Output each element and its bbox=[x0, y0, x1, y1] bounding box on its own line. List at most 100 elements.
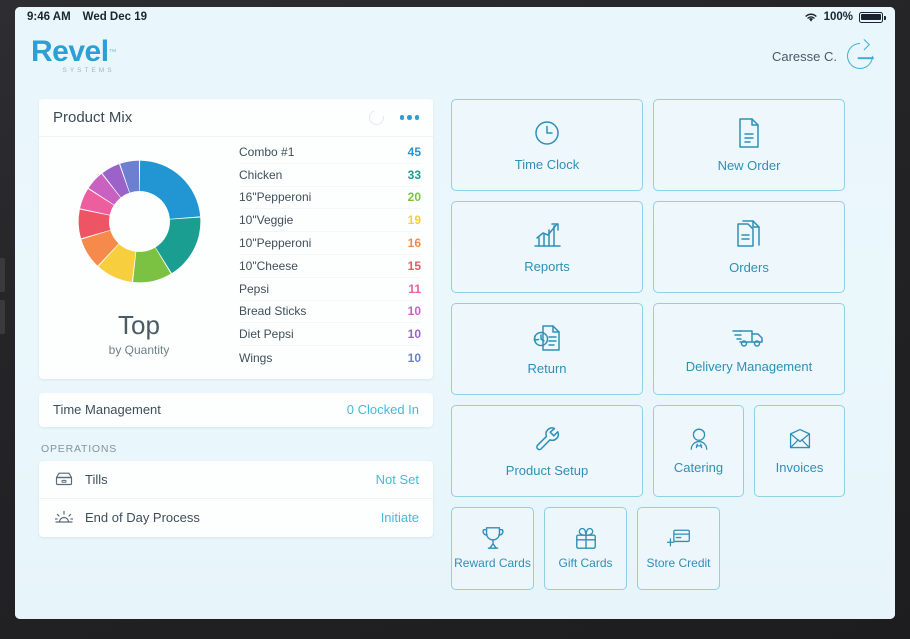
chef-icon bbox=[687, 427, 711, 451]
status-time: 9:46 AM bbox=[27, 11, 71, 23]
tile-label: Orders bbox=[729, 259, 769, 275]
revel-logo: Revel™ SYSTEMS bbox=[31, 37, 117, 75]
tile-label: Return bbox=[527, 360, 567, 376]
product-mix-item-value: 15 bbox=[407, 258, 421, 273]
clock-icon bbox=[532, 118, 562, 148]
user-name: Caresse C. bbox=[771, 48, 837, 64]
user-area[interactable]: Caresse C. bbox=[771, 37, 879, 75]
logo-subtitle: SYSTEMS bbox=[62, 67, 115, 75]
operations-row-end-of-day[interactable]: End of Day Process Initiate bbox=[39, 499, 433, 537]
envelope-icon bbox=[788, 427, 812, 451]
tile-reports[interactable]: Reports bbox=[451, 201, 643, 293]
product-mix-row[interactable]: Diet Pepsi 10 bbox=[239, 323, 421, 347]
wrench-icon bbox=[532, 424, 562, 454]
product-mix-row[interactable]: 10"Cheese 15 bbox=[239, 255, 421, 278]
tile-new-order[interactable]: New Order bbox=[653, 99, 845, 191]
donut-slice[interactable] bbox=[139, 160, 200, 219]
product-mix-chart-area: Top by Quantity bbox=[39, 141, 239, 369]
product-mix-item-value: 10 bbox=[407, 327, 421, 342]
more-options-icon[interactable] bbox=[399, 115, 419, 120]
documents-icon bbox=[735, 219, 763, 251]
tablet-screen: 9:46 AM Wed Dec 19 100% Revel™ SYSTEMS C… bbox=[15, 7, 895, 619]
tile-reward-cards[interactable]: Reward Cards bbox=[451, 507, 534, 590]
time-management-label: Time Management bbox=[53, 402, 161, 418]
product-mix-item-name: Combo #1 bbox=[239, 144, 295, 159]
right-panel: Time Clock New Order Reports Orders Return De… bbox=[443, 85, 895, 619]
donut-chart bbox=[78, 160, 200, 283]
product-mix-row[interactable]: Wings 10 bbox=[239, 346, 421, 369]
tile-time-clock[interactable]: Time Clock bbox=[451, 99, 643, 191]
tile-invoices[interactable]: Invoices bbox=[754, 405, 845, 497]
operations-card: Tills Not Set End of Day Process Initiat… bbox=[39, 460, 433, 537]
tile-product-setup[interactable]: Product Setup bbox=[451, 405, 643, 497]
operations-value-end-of-day: Initiate bbox=[380, 510, 419, 526]
tile-store-credit[interactable]: Store Credit bbox=[637, 507, 720, 590]
product-mix-card: Product Mix Top by Quantity Combo #1 45 Ch… bbox=[39, 99, 433, 379]
product-mix-row[interactable]: 16"Pepperoni 20 bbox=[239, 187, 421, 210]
product-mix-item-name: Diet Pepsi bbox=[239, 327, 294, 342]
operations-label-end-of-day: End of Day Process bbox=[85, 510, 200, 526]
tile-label: Store Credit bbox=[646, 556, 711, 571]
tile-orders[interactable]: Orders bbox=[653, 201, 845, 293]
credit-card-plus-icon bbox=[666, 526, 691, 550]
logo-wordmark: Revel bbox=[31, 35, 109, 69]
logout-icon[interactable] bbox=[841, 37, 879, 75]
operations-section-label: OPERATIONS bbox=[41, 442, 118, 455]
product-mix-row[interactable]: Combo #1 45 bbox=[239, 141, 421, 164]
tile-label: Reward Cards bbox=[454, 556, 531, 571]
refresh-icon[interactable] bbox=[365, 107, 387, 128]
app-header: Revel™ SYSTEMS Caresse C. bbox=[15, 27, 895, 85]
operations-value-tills: Not Set bbox=[375, 471, 419, 487]
product-mix-row[interactable]: Pepsi 11 bbox=[239, 278, 421, 301]
gift-icon bbox=[574, 526, 598, 550]
truck-icon bbox=[732, 324, 766, 350]
product-mix-row[interactable]: 10"Pepperoni 16 bbox=[239, 232, 421, 255]
tile-label: Catering bbox=[673, 459, 724, 475]
battery-icon bbox=[859, 11, 886, 23]
product-mix-item-name: Chicken bbox=[239, 167, 283, 182]
operations-row-tills[interactable]: Tills Not Set bbox=[39, 461, 433, 499]
product-mix-list: Combo #1 45 Chicken 33 16"Pepperoni 20 10"Vegg… bbox=[239, 141, 433, 369]
tile-label: Product Setup bbox=[505, 462, 589, 478]
product-mix-row[interactable]: Bread Sticks 10 bbox=[239, 301, 421, 324]
wifi-icon bbox=[804, 12, 818, 23]
product-mix-title: Product Mix bbox=[53, 109, 133, 126]
product-mix-item-name: 10"Pepperoni bbox=[239, 236, 312, 251]
tile-label: Gift Cards bbox=[558, 556, 613, 571]
till-drawer-icon bbox=[53, 468, 75, 490]
product-mix-item-value: 11 bbox=[408, 281, 421, 296]
tile-label: Invoices bbox=[775, 459, 824, 475]
tablet-bezel: 9:46 AM Wed Dec 19 100% Revel™ SYSTEMS C… bbox=[0, 0, 910, 639]
volume-down-button[interactable] bbox=[0, 300, 5, 334]
bar-chart-icon bbox=[532, 220, 562, 250]
sunrise-icon bbox=[53, 507, 75, 529]
tile-gift-cards[interactable]: Gift Cards bbox=[544, 507, 627, 590]
time-management-value: 0 Clocked In bbox=[346, 402, 419, 418]
main-body: Product Mix Top by Quantity Combo #1 45 Ch… bbox=[15, 85, 895, 619]
product-mix-item-name: Wings bbox=[239, 350, 273, 365]
tile-grid: Time Clock New Order Reports Orders Return De… bbox=[451, 99, 881, 590]
product-mix-item-value: 45 bbox=[407, 144, 421, 159]
product-mix-item-name: 16"Pepperoni bbox=[239, 190, 312, 205]
document-icon bbox=[735, 117, 763, 149]
left-panel: Product Mix Top by Quantity Combo #1 45 Ch… bbox=[15, 85, 443, 619]
tile-label: Time Clock bbox=[514, 156, 580, 172]
product-mix-item-name: 10"Cheese bbox=[239, 258, 298, 273]
volume-up-button[interactable] bbox=[0, 258, 5, 292]
product-mix-item-value: 16 bbox=[407, 236, 421, 251]
time-management-row[interactable]: Time Management 0 Clocked In bbox=[39, 392, 433, 427]
product-mix-header: Product Mix bbox=[39, 99, 433, 137]
tile-catering[interactable]: Catering bbox=[653, 405, 744, 497]
tile-return[interactable]: Return bbox=[451, 303, 643, 395]
tile-label: Reports bbox=[524, 258, 570, 274]
tile-delivery-management[interactable]: Delivery Management bbox=[653, 303, 845, 395]
tile-label: New Order bbox=[717, 157, 781, 173]
product-mix-row[interactable]: 10"Veggie 19 bbox=[239, 209, 421, 233]
product-mix-item-name: Pepsi bbox=[239, 281, 270, 296]
chart-sub-label: by Quantity bbox=[108, 343, 170, 357]
product-mix-row[interactable]: Chicken 33 bbox=[239, 164, 421, 187]
return-icon bbox=[532, 322, 562, 352]
chart-top-label: Top bbox=[118, 310, 160, 340]
product-mix-item-value: 19 bbox=[407, 213, 421, 228]
battery-percent: 100% bbox=[823, 11, 853, 23]
